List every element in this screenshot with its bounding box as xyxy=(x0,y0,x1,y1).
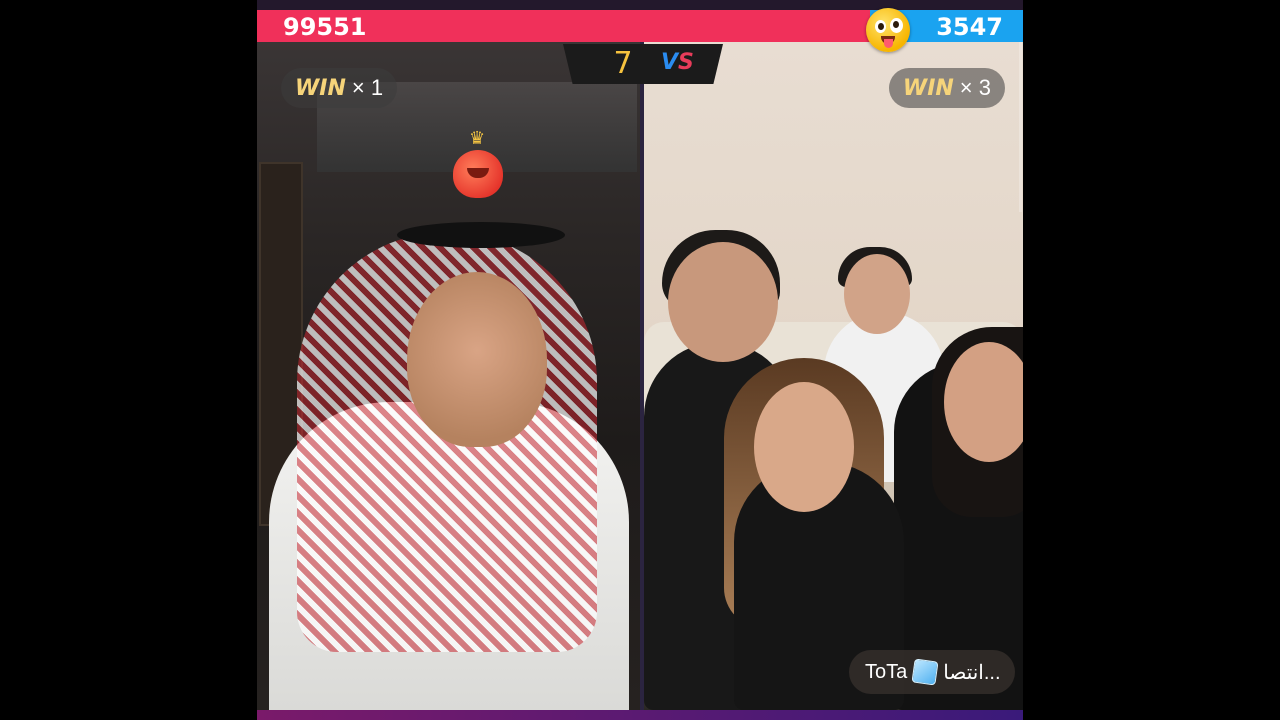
heart-crown-sticker-icon: ♛ xyxy=(445,128,511,202)
comment-text: انتصا... xyxy=(943,661,1001,684)
round-number: 7 xyxy=(613,46,633,81)
scrollbar[interactable] xyxy=(1019,42,1022,212)
win-count: × 1 xyxy=(351,75,384,100)
right-score: 3547 xyxy=(936,13,1003,41)
vs-icon: VS xyxy=(661,50,694,75)
host-agal xyxy=(397,222,565,248)
vs-s: S xyxy=(678,50,694,75)
host-face xyxy=(407,272,547,447)
top-strip xyxy=(257,0,1023,10)
live-battle-stage: 99551 3547 ♛ WIN × 1 WIN × 3 7 VS ToTa ا… xyxy=(257,0,1023,720)
bottom-strip xyxy=(257,710,1023,720)
right-host-video[interactable] xyxy=(644,42,1023,710)
emoji-tongue-icon xyxy=(866,8,910,52)
left-score: 99551 xyxy=(283,13,367,41)
vs-badge xyxy=(563,44,723,84)
left-score-bar: 99551 xyxy=(257,10,870,42)
comment-chip[interactable]: ToTa انتصا... xyxy=(849,650,1015,694)
win-label: WIN xyxy=(902,75,954,101)
vs-v: V xyxy=(661,50,679,75)
left-host-video[interactable]: ♛ xyxy=(257,42,640,710)
comment-name: ToTa xyxy=(865,660,908,683)
win-label: WIN xyxy=(295,75,346,101)
left-win-badge: WIN × 1 xyxy=(281,68,398,108)
win-count: × 3 xyxy=(959,75,991,100)
right-win-badge: WIN × 3 xyxy=(888,68,1005,108)
ice-cube-icon xyxy=(911,658,939,686)
